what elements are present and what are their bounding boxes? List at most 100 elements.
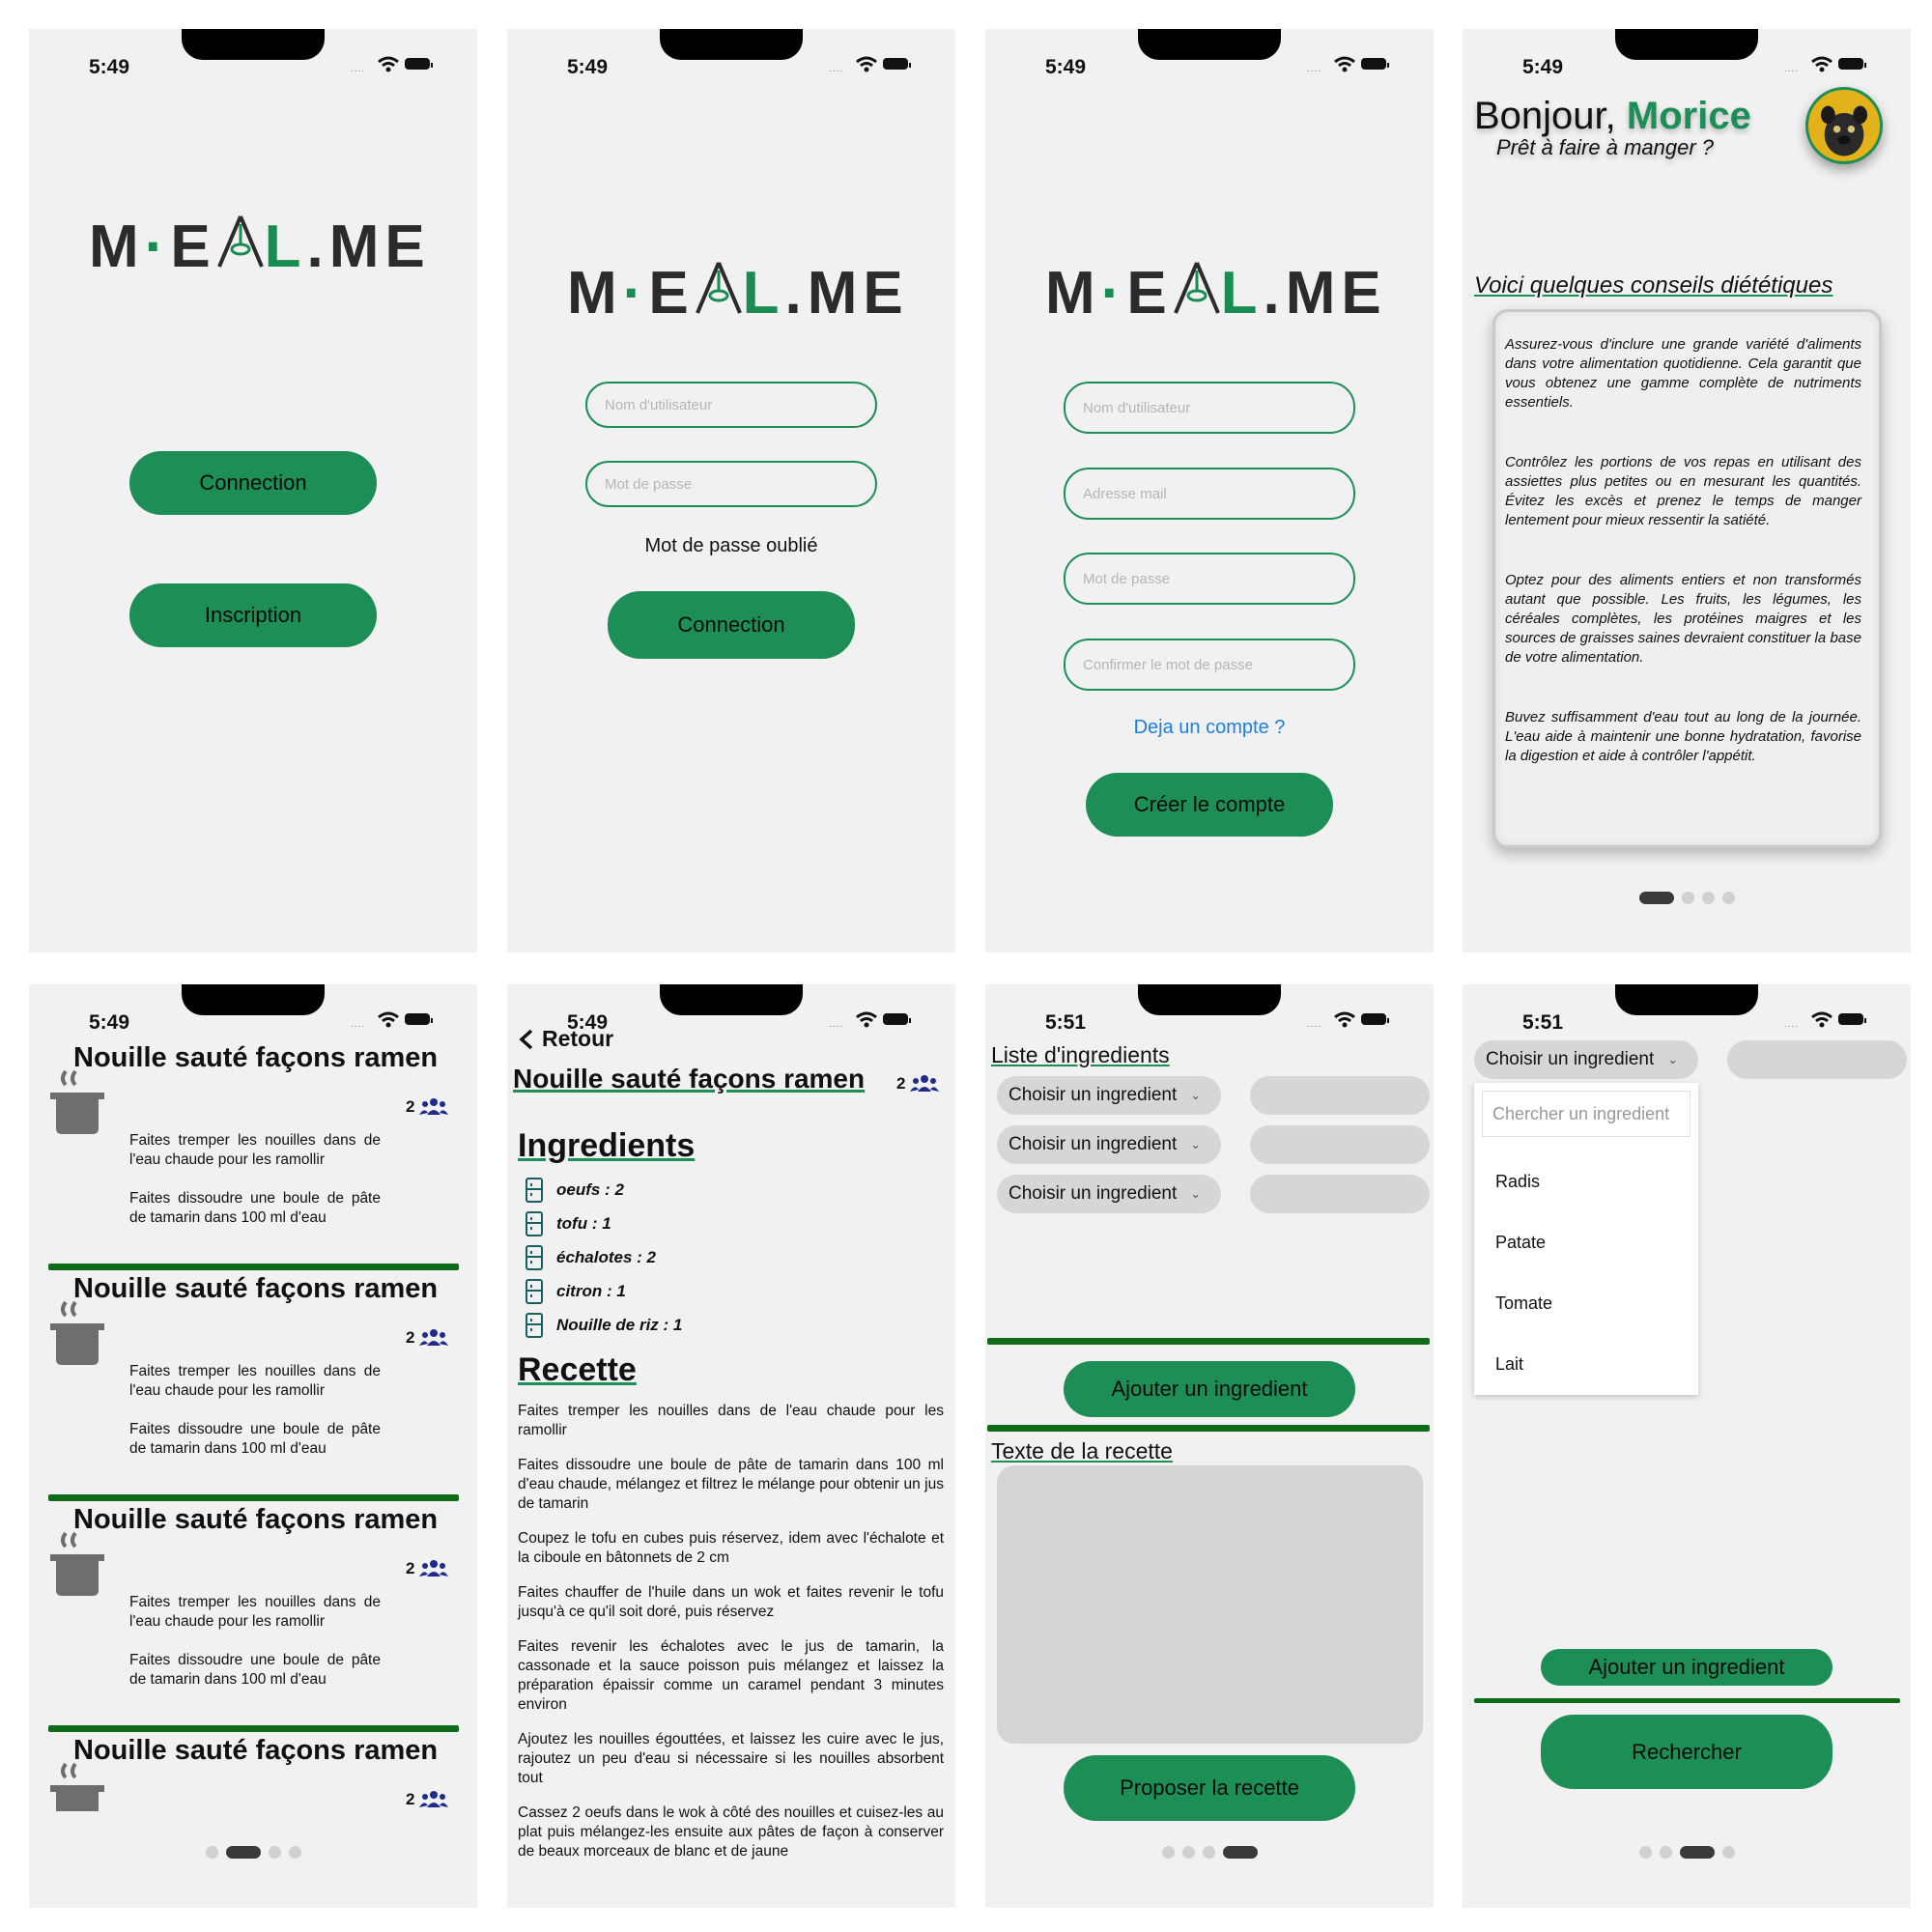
quantity-field[interactable] (1727, 1040, 1907, 1079)
page-dot[interactable] (206, 1846, 218, 1859)
recipe-card[interactable]: Nouille sauté façons ramen 2 Faites trem… (29, 1042, 477, 1274)
connection-button[interactable]: Connection (129, 451, 377, 515)
wifi-icon (1811, 56, 1833, 72)
confirm-password-field[interactable]: Confirmer le mot de passe (1064, 639, 1355, 691)
logo-tent-icon (695, 262, 742, 314)
greeting-hello: Bonjour, (1474, 95, 1616, 137)
page-indicator[interactable] (1639, 1846, 1735, 1859)
status-time: 5:49 (89, 56, 130, 78)
page-indicator[interactable] (1162, 1846, 1258, 1859)
create-account-button[interactable]: Créer le compte (1086, 773, 1333, 837)
recipe-heading: Recette (518, 1351, 637, 1388)
page-dot[interactable] (1702, 892, 1715, 904)
email-field[interactable]: Adresse mail (1064, 468, 1355, 520)
ingredient-dropdown[interactable]: Choisir un ingredient ⌄ (1474, 1040, 1698, 1079)
username-field[interactable]: Nom d'utilisateur (585, 382, 877, 428)
card-divider (48, 1264, 459, 1270)
tip-text: Buvez suffisamment d'eau tout au long de… (1505, 709, 1861, 764)
signal-icon: .... (1307, 1019, 1322, 1030)
fridge-icon (526, 1245, 543, 1270)
status-time: 5:51 (1045, 1011, 1087, 1034)
page-dot[interactable] (269, 1846, 281, 1859)
quantity-field[interactable] (1250, 1175, 1430, 1213)
ingredient-item: échalotes : 2 (526, 1245, 656, 1270)
recipe-card[interactable]: Nouille sauté façons ramen 2 Faites trem… (29, 1504, 477, 1736)
page-indicator[interactable] (1639, 892, 1735, 904)
recipe-steps: Faites tremper les nouilles dans de l'ea… (518, 1402, 944, 1877)
ingredient-dropdown[interactable]: Choisir un ingredient ⌄ (997, 1175, 1221, 1213)
dropdown-option[interactable]: Lait (1495, 1354, 1523, 1375)
recipe-step: Faites tremper les nouilles dans de l'ea… (129, 1594, 381, 1630)
status-icons: .... (1307, 56, 1394, 74)
quantity-field[interactable] (1250, 1076, 1430, 1115)
app-logo: M·E L.ME (89, 213, 431, 280)
status-bar: 5:49 .... (985, 29, 1434, 87)
username-field[interactable]: Nom d'utilisateur (1064, 382, 1355, 434)
page-indicator[interactable] (206, 1846, 301, 1859)
signup-button[interactable]: Inscription (129, 583, 377, 647)
screen-welcome: 5:49 .... M·E L.ME Connection Inscription (29, 29, 477, 952)
signal-icon: .... (829, 64, 844, 74)
password-field[interactable]: Mot de passe (1064, 553, 1355, 605)
page-dot[interactable] (289, 1846, 301, 1859)
greeting-subtitle: Prêt à faire à manger ? (1496, 135, 1715, 159)
add-ingredient-button[interactable]: Ajouter un ingredient (1541, 1649, 1833, 1686)
page-dot[interactable] (1682, 892, 1694, 904)
wifi-icon (856, 56, 877, 72)
recipe-card[interactable]: Nouille sauté façons ramen 2 (29, 1735, 477, 1811)
tips-title: Voici quelques conseils diététiques (1474, 272, 1833, 298)
page-dot-active[interactable] (226, 1846, 261, 1859)
page-dot[interactable] (1660, 1846, 1672, 1859)
password-field[interactable]: Mot de passe (585, 461, 877, 507)
back-button[interactable]: Retour (519, 1026, 613, 1052)
logo-tent-icon (216, 215, 264, 268)
ingredient-search-input[interactable]: Chercher un ingredient (1482, 1091, 1690, 1137)
ingredients-heading: Ingredients (518, 1127, 696, 1164)
status-bar: 5:51 .... (985, 984, 1434, 1042)
page-dot[interactable] (1722, 1846, 1735, 1859)
recipe-text-area[interactable] (997, 1465, 1423, 1744)
screen-signup: 5:49 .... M·E L.ME Nom d'utilisateur Adre… (985, 29, 1434, 952)
cooking-pot-icon (50, 1762, 104, 1811)
status-icons: .... (351, 56, 438, 74)
page-dot[interactable] (1203, 1846, 1215, 1859)
card-divider (48, 1494, 459, 1501)
battery-icon (1838, 58, 1866, 70)
search-button[interactable]: Rechercher (1541, 1715, 1833, 1789)
page-dot-active[interactable] (1639, 892, 1674, 904)
recipe-step: Faites chauffer de l'huile dans un wok e… (518, 1584, 944, 1620)
notch (660, 984, 803, 1015)
people-count: 2 (406, 1558, 449, 1578)
wifi-icon (1334, 56, 1355, 72)
page-dot[interactable] (1162, 1846, 1175, 1859)
dropdown-option[interactable]: Tomate (1495, 1293, 1552, 1314)
recipe-step: Faites tremper les nouilles dans de l'ea… (129, 1132, 381, 1168)
have-account-link[interactable]: Deja un compte ? (985, 717, 1434, 739)
forgot-password-link[interactable]: Mot de passe oublié (507, 535, 955, 557)
recipe-card[interactable]: Nouille sauté façons ramen 2 Faites trem… (29, 1273, 477, 1505)
recipe-title: Nouille sauté façons ramen (73, 1504, 439, 1535)
page-dot[interactable] (1639, 1846, 1652, 1859)
connection-button[interactable]: Connection (608, 591, 855, 659)
section-divider (987, 1338, 1430, 1345)
page-dot[interactable] (1722, 892, 1735, 904)
recipe-step: Faites revenir les échalotes avec le jus… (518, 1638, 944, 1713)
page-dot-active[interactable] (1680, 1846, 1715, 1859)
recipe-step: Coupez le tofu en cubes puis réservez, i… (518, 1530, 944, 1566)
dropdown-option[interactable]: Patate (1495, 1233, 1546, 1253)
battery-icon (1361, 1013, 1389, 1025)
ingredient-dropdown[interactable]: Choisir un ingredient ⌄ (997, 1076, 1221, 1115)
avatar[interactable] (1805, 87, 1883, 164)
page-dot-active[interactable] (1223, 1846, 1258, 1859)
dropdown-option[interactable]: Radis (1495, 1172, 1540, 1192)
battery-icon (883, 1013, 911, 1025)
recipe-title: Nouille sauté façons ramen (73, 1273, 439, 1304)
notch (182, 29, 325, 60)
propose-recipe-button[interactable]: Proposer la recette (1064, 1755, 1355, 1821)
notch (1138, 984, 1281, 1015)
add-ingredient-button[interactable]: Ajouter un ingredient (1064, 1361, 1355, 1417)
ingredient-dropdown[interactable]: Choisir un ingredient ⌄ (997, 1125, 1221, 1164)
signal-icon: .... (1784, 1019, 1800, 1030)
quantity-field[interactable] (1250, 1125, 1430, 1164)
page-dot[interactable] (1182, 1846, 1195, 1859)
